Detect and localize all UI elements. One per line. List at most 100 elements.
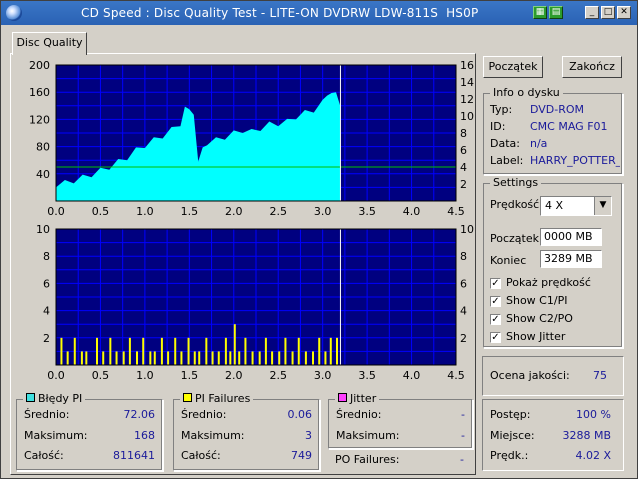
pi-errors-legend: Błędy PI — [38, 392, 83, 405]
chevron-down-icon[interactable]: ▼ — [594, 197, 611, 215]
jitter-legend: Jitter — [350, 392, 377, 405]
pi-failure-bar — [60, 337, 63, 365]
show-c1pi-label[interactable]: Show C1/PI — [506, 294, 567, 307]
x-tick-label: 1.0 — [136, 205, 154, 218]
pi-failure-bar — [258, 351, 261, 365]
po-failures-label: PO Failures: — [335, 453, 400, 466]
x-tick-label: 1.5 — [181, 205, 199, 218]
disc-label-value: HARRY_POTTER_ — [530, 154, 620, 167]
pi-failure-bar — [229, 351, 232, 365]
settings-legend: Settings — [490, 176, 542, 190]
x-tick-label: 4.0 — [403, 369, 421, 382]
progress-value: 100 % — [576, 408, 611, 421]
end-pos-input[interactable]: 3289 MB — [540, 250, 602, 268]
start-pos-input[interactable]: 0000 MB — [540, 228, 602, 246]
x-tick-label: 3.5 — [358, 369, 376, 382]
pi-failure-bar — [96, 337, 98, 365]
maximize-icon[interactable]: □ — [601, 6, 615, 19]
x-tick-label: 1.5 — [181, 369, 199, 382]
disc-type-label: Typ: — [490, 103, 513, 116]
y-right-tick-label: 10 — [460, 223, 474, 236]
y-right-tick-label: 16 — [460, 59, 474, 72]
pi-max-value: 168 — [134, 429, 155, 442]
tray-icon[interactable]: ▦ — [533, 6, 547, 19]
progress-label: Postęp: — [490, 408, 531, 421]
show-c2po-label[interactable]: Show C2/PO — [506, 312, 573, 325]
pi-failure-bar — [109, 337, 112, 365]
disc-date-value: n/a — [530, 137, 548, 150]
show-jitter-checkbox[interactable]: ✓ — [490, 332, 501, 343]
pi-total-value: 811641 — [113, 449, 155, 462]
pi-failure-bar — [180, 351, 183, 365]
tab-disc-quality[interactable]: Disc Quality — [12, 32, 87, 55]
cd-icon — [6, 5, 22, 21]
pi-failure-bar — [85, 351, 88, 365]
disc-type-value: DVD-ROM — [530, 103, 585, 116]
speed-readout-label: Prędk.: — [490, 449, 529, 462]
save-icon[interactable]: ▤ — [549, 6, 563, 19]
end-pos-label: Koniec — [490, 254, 527, 267]
pi-total-label: Całość: — [24, 449, 64, 462]
jitter-avg-value: - — [461, 408, 465, 421]
pi-failure-bar — [80, 351, 83, 365]
x-tick-label: 4.5 — [447, 369, 465, 382]
show-jitter-label[interactable]: Show Jitter — [506, 330, 565, 343]
disc-info-group: Info o dysku Typ: DVD-ROM ID: CMC MAG F0… — [483, 86, 623, 175]
y-tick-label: 40 — [36, 168, 50, 181]
pi-failure-bar — [102, 351, 105, 365]
title-bar[interactable]: CD Speed : Disc Quality Test - LITE-ON D… — [1, 1, 637, 25]
jitter-avg-label: Średnio: — [336, 408, 382, 421]
pi-failure-bar — [278, 351, 281, 365]
pi-failure-bar — [244, 337, 247, 365]
pi-failure-bar — [198, 351, 201, 365]
pi-failure-bar — [174, 337, 177, 365]
pi-failure-bar — [193, 351, 196, 365]
y-right-tick-label: 2 — [460, 332, 467, 345]
pi-failure-bar — [205, 337, 208, 365]
x-tick-label: 4.5 — [447, 205, 465, 218]
pi-failure-bar — [291, 351, 294, 365]
x-tick-label: 0.5 — [92, 205, 110, 218]
pf-total-label: Całość: — [181, 449, 221, 462]
x-tick-label: 3.0 — [314, 369, 332, 382]
pi-failure-bar — [329, 337, 332, 365]
quality-label: Ocena jakości: — [490, 369, 570, 382]
finish-button[interactable]: Zakończ — [562, 56, 622, 78]
x-tick-label: 1.0 — [136, 369, 154, 382]
disc-date-label: Data: — [490, 137, 520, 150]
x-tick-label: 2.5 — [269, 369, 287, 382]
pi-max-label: Maksimum: — [24, 429, 88, 442]
minimize-icon[interactable]: _ — [585, 6, 599, 19]
pi-failure-bar — [149, 351, 152, 365]
show-c1pi-checkbox[interactable]: ✓ — [490, 296, 501, 307]
y-right-tick-label: 10 — [460, 110, 474, 123]
pi-failure-bar — [160, 337, 163, 365]
pi-avg-label: Średnio: — [24, 408, 70, 421]
pi-failure-bar — [233, 324, 236, 365]
position-label: Miejsce: — [490, 429, 535, 442]
y-right-tick-label: 4 — [460, 305, 467, 318]
settings-group: Settings Prędkość 4 X ▼ Początek 0000 MB… — [483, 176, 623, 348]
close-icon[interactable]: ✕ — [617, 6, 631, 19]
pi-errors-chart: 0.0 0.5 1.0 1.5 2.0 2.5 3.0 3.5 4.0 4.5 40 80 120 160… — [29, 59, 474, 218]
speed-select-value: 4 X — [545, 199, 564, 212]
show-speed-checkbox[interactable]: ✓ — [490, 278, 501, 289]
speed-select[interactable]: 4 X ▼ — [540, 196, 612, 216]
window-title: CD Speed : Disc Quality Test - LITE-ON D… — [81, 6, 479, 20]
pi-failure-bar — [271, 351, 274, 365]
y-right-tick-label: 8 — [460, 127, 467, 140]
x-tick-label: 4.0 — [403, 205, 421, 218]
show-speed-label[interactable]: Pokaż prędkość — [506, 276, 591, 289]
pi-failures-chart: 0.0 0.5 1.0 1.5 2.0 2.5 3.0 3.5 4.0 4.5 2 4 6 8 10 2 4 6 8… — [36, 223, 474, 382]
pi-errors-color-swatch — [26, 393, 35, 402]
show-c2po-checkbox[interactable]: ✓ — [490, 314, 501, 325]
pi-failure-bar — [264, 337, 267, 365]
disc-id-label: ID: — [490, 120, 506, 133]
progress-box: Postęp: 100 % Miejsce: 3288 MB Prędk.: 4… — [482, 399, 624, 471]
x-tick-label: 2.5 — [269, 205, 287, 218]
speed-label: Prędkość — [490, 198, 540, 211]
start-button[interactable]: Początek — [483, 56, 543, 78]
x-tick-label: 2.0 — [225, 369, 243, 382]
jitter-max-value: - — [461, 429, 465, 442]
y-tick-label: 10 — [36, 223, 50, 236]
